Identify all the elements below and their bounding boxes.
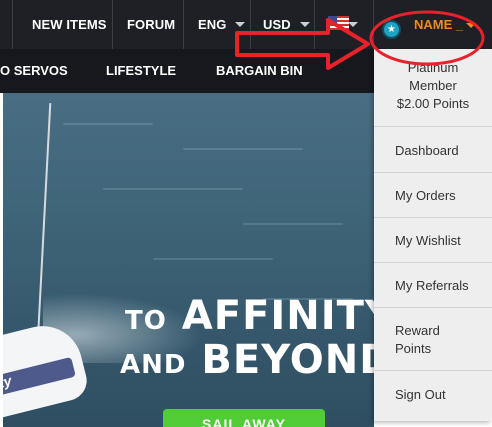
top-nav: NEW ITEMS FORUM ENG USD ★ NAME _ (0, 0, 492, 49)
language-label: ENG (198, 17, 227, 32)
hero-word-to: TO (125, 306, 167, 336)
menu-divider (374, 262, 492, 263)
wave (183, 148, 303, 150)
membership-tier: Platinum (407, 60, 459, 75)
nav-new-items[interactable]: NEW ITEMS (32, 0, 107, 49)
nav-divider (183, 0, 184, 49)
sail-away-button[interactable]: SAIL AWAY (163, 409, 325, 427)
hero-word-beyond: BEYOND (201, 337, 394, 383)
nav-divider (373, 0, 374, 49)
currency-label: USD (263, 17, 291, 32)
currency-select[interactable]: USD (263, 0, 310, 49)
user-badge-icon[interactable]: ★ (382, 20, 401, 39)
nav-divider (12, 0, 13, 49)
menu-divider (374, 307, 492, 308)
category-bargain-bin[interactable]: BARGAIN BIN (216, 49, 303, 93)
language-select[interactable]: ENG (198, 0, 246, 49)
nav-divider (314, 0, 315, 49)
wave (63, 123, 153, 125)
wave (103, 188, 243, 190)
menu-divider (374, 126, 492, 127)
caret-down-icon (299, 22, 310, 28)
menu-item-reward-line2: Points (395, 341, 432, 356)
page: NEW ITEMS FORUM ENG USD ★ NAME _ O SERVO… (0, 0, 492, 427)
menu-item-reward-line1: Reward (395, 323, 440, 338)
wave (153, 258, 273, 260)
user-name[interactable]: NAME _ (414, 17, 463, 32)
account-dropdown: Platinum Member $2.00 Points Dashboard M… (374, 49, 492, 421)
flag-canton (328, 16, 337, 24)
points-balance: $2.00 Points (396, 96, 470, 111)
us-flag-icon[interactable] (328, 16, 349, 30)
hull-stripe (3, 356, 76, 401)
menu-item-reward-points[interactable]: Reward Points (395, 322, 440, 358)
nav-divider (112, 0, 113, 49)
menu-divider (374, 172, 492, 173)
nav-forum[interactable]: FORUM (127, 0, 175, 49)
category-servos[interactable]: O SERVOS (0, 49, 68, 93)
nav-divider (250, 0, 251, 49)
wave (243, 223, 343, 225)
menu-item-dashboard[interactable]: Dashboard (395, 142, 459, 160)
hero-headline-line1: TO AFFINITY (125, 294, 395, 343)
membership-info: Platinum Member $2.00 Points (374, 59, 492, 113)
menu-divider (374, 217, 492, 218)
hero-headline-line2: AND BEYOND (120, 338, 393, 387)
membership-label: Member (409, 78, 457, 93)
menu-divider (374, 370, 492, 371)
caret-down-icon[interactable] (348, 22, 358, 27)
hero-word-and: AND (120, 350, 187, 380)
category-nav: O SERVOS LIFESTYLE BARGAIN BIN (0, 49, 374, 93)
menu-item-my-orders[interactable]: My Orders (395, 187, 456, 205)
menu-item-my-wishlist[interactable]: My Wishlist (395, 232, 461, 250)
caret-down-icon (235, 22, 246, 28)
menu-item-my-referrals[interactable]: My Referrals (395, 277, 469, 295)
category-lifestyle[interactable]: LIFESTYLE (106, 49, 176, 93)
menu-item-sign-out[interactable]: Sign Out (395, 386, 446, 404)
hero-word-affinity: AFFINITY (181, 293, 395, 339)
caret-down-icon[interactable] (466, 23, 476, 28)
